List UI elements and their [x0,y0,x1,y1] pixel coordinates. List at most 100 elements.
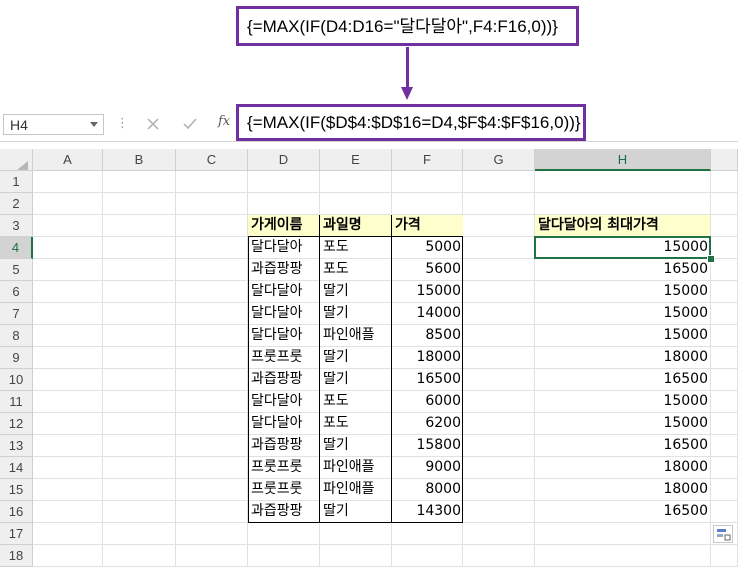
grid-cell[interactable] [463,215,535,237]
table-cell[interactable]: 6000 [392,391,463,413]
table-cell[interactable]: 15000 [392,281,463,303]
row-header-4[interactable]: 4 [0,237,33,259]
grid-cell[interactable] [103,479,176,501]
row-header-16[interactable]: 16 [0,501,33,523]
grid-cell[interactable] [176,215,248,237]
row-header-7[interactable]: 7 [0,303,33,325]
table-cell[interactable]: 파인애플 [320,325,392,347]
table-cell[interactable]: 달다달아 [248,281,320,303]
result-cell[interactable]: 16500 [535,369,711,391]
table-cell[interactable]: 포도 [320,413,392,435]
table-cell[interactable]: 파인애플 [320,457,392,479]
name-box[interactable]: H4 [3,114,104,135]
result-cell[interactable]: 18000 [535,479,711,501]
result-cell[interactable]: 18000 [535,457,711,479]
grid-cell[interactable] [176,523,248,545]
grid-cell[interactable] [176,303,248,325]
grid-cell[interactable] [33,237,103,259]
grid-cell[interactable] [463,303,535,325]
grid-cell[interactable] [33,545,103,567]
row-header-17[interactable]: 17 [0,523,33,545]
table-cell[interactable]: 프룻프룻 [248,479,320,501]
grid-cell[interactable] [711,171,738,193]
table-cell[interactable]: 달다달아 [248,325,320,347]
grid-cell[interactable] [33,259,103,281]
grid-cell[interactable] [33,435,103,457]
table-cell[interactable]: 파인애플 [320,479,392,501]
grid-cell[interactable] [711,479,738,501]
table-cell[interactable]: 9000 [392,457,463,479]
grid-cell[interactable] [320,171,392,193]
column-header-a[interactable]: A [33,149,103,171]
grid-cell[interactable] [176,193,248,215]
result-cell[interactable]: 15000 [535,391,711,413]
table-cell[interactable]: 달다달아 [248,303,320,325]
grid-cell[interactable] [392,523,463,545]
grid-cell[interactable] [33,523,103,545]
column-header-d[interactable]: D [248,149,320,171]
table-cell[interactable]: 8500 [392,325,463,347]
grid-cell[interactable] [711,369,738,391]
grid-cell[interactable] [392,171,463,193]
grid-cell[interactable] [463,325,535,347]
grid-cell[interactable] [535,193,711,215]
grid-cell[interactable] [320,193,392,215]
grid-cell[interactable] [711,413,738,435]
grid-cell[interactable] [248,523,320,545]
grid-cell[interactable] [176,479,248,501]
row-header-1[interactable]: 1 [0,171,33,193]
table-cell[interactable]: 14300 [392,501,463,523]
grid-cell[interactable] [535,171,711,193]
grid-cell[interactable] [176,281,248,303]
table-cell[interactable]: 5600 [392,259,463,281]
table-cell[interactable]: 과즙팡팡 [248,435,320,457]
grid-cell[interactable] [463,479,535,501]
table-cell[interactable]: 딸기 [320,435,392,457]
grid-cell[interactable] [176,391,248,413]
grid-cell[interactable] [33,281,103,303]
row-header-5[interactable]: 5 [0,259,33,281]
grid-cell[interactable] [711,325,738,347]
grid-cell[interactable] [463,457,535,479]
grid-cell[interactable] [711,193,738,215]
grid-cell[interactable] [176,259,248,281]
cancel-button[interactable] [140,113,166,135]
table-cell[interactable]: 18000 [392,347,463,369]
grid-cell[interactable] [33,369,103,391]
result-cell[interactable]: 15000 [535,281,711,303]
grid-cell[interactable] [103,347,176,369]
table-cell[interactable]: 과즙팡팡 [248,501,320,523]
grid-cell[interactable] [176,237,248,259]
grid-cell[interactable] [535,523,711,545]
fill-handle[interactable] [707,255,715,263]
table-cell[interactable]: 딸기 [320,347,392,369]
grid-cell[interactable] [463,259,535,281]
grid-cell[interactable] [103,413,176,435]
row-header-2[interactable]: 2 [0,193,33,215]
table-cell[interactable]: 달다달아 [248,413,320,435]
column-header-e[interactable]: E [320,149,392,171]
grid-cell[interactable] [711,501,738,523]
grid-cell[interactable] [103,215,176,237]
grid-cell[interactable] [535,545,711,567]
grid-cell[interactable] [711,545,738,567]
grid-cell[interactable] [463,171,535,193]
grid-cell[interactable] [33,193,103,215]
grid-cell[interactable] [33,479,103,501]
grid-cell[interactable] [176,325,248,347]
select-all-corner[interactable] [0,149,33,171]
table-header-cell[interactable]: 과일명 [320,215,392,237]
result-cell[interactable]: 16500 [535,501,711,523]
grid-cell[interactable] [103,193,176,215]
table-cell[interactable]: 딸기 [320,369,392,391]
grid-cell[interactable] [103,259,176,281]
grid-cell[interactable] [33,391,103,413]
grid-cell[interactable] [103,545,176,567]
row-header-9[interactable]: 9 [0,347,33,369]
grid-cell[interactable] [711,259,738,281]
grid-cell[interactable] [33,325,103,347]
result-cell[interactable]: 15000 [535,303,711,325]
grid-cell[interactable] [392,545,463,567]
grid-cell[interactable] [711,281,738,303]
grid-cell[interactable] [33,413,103,435]
